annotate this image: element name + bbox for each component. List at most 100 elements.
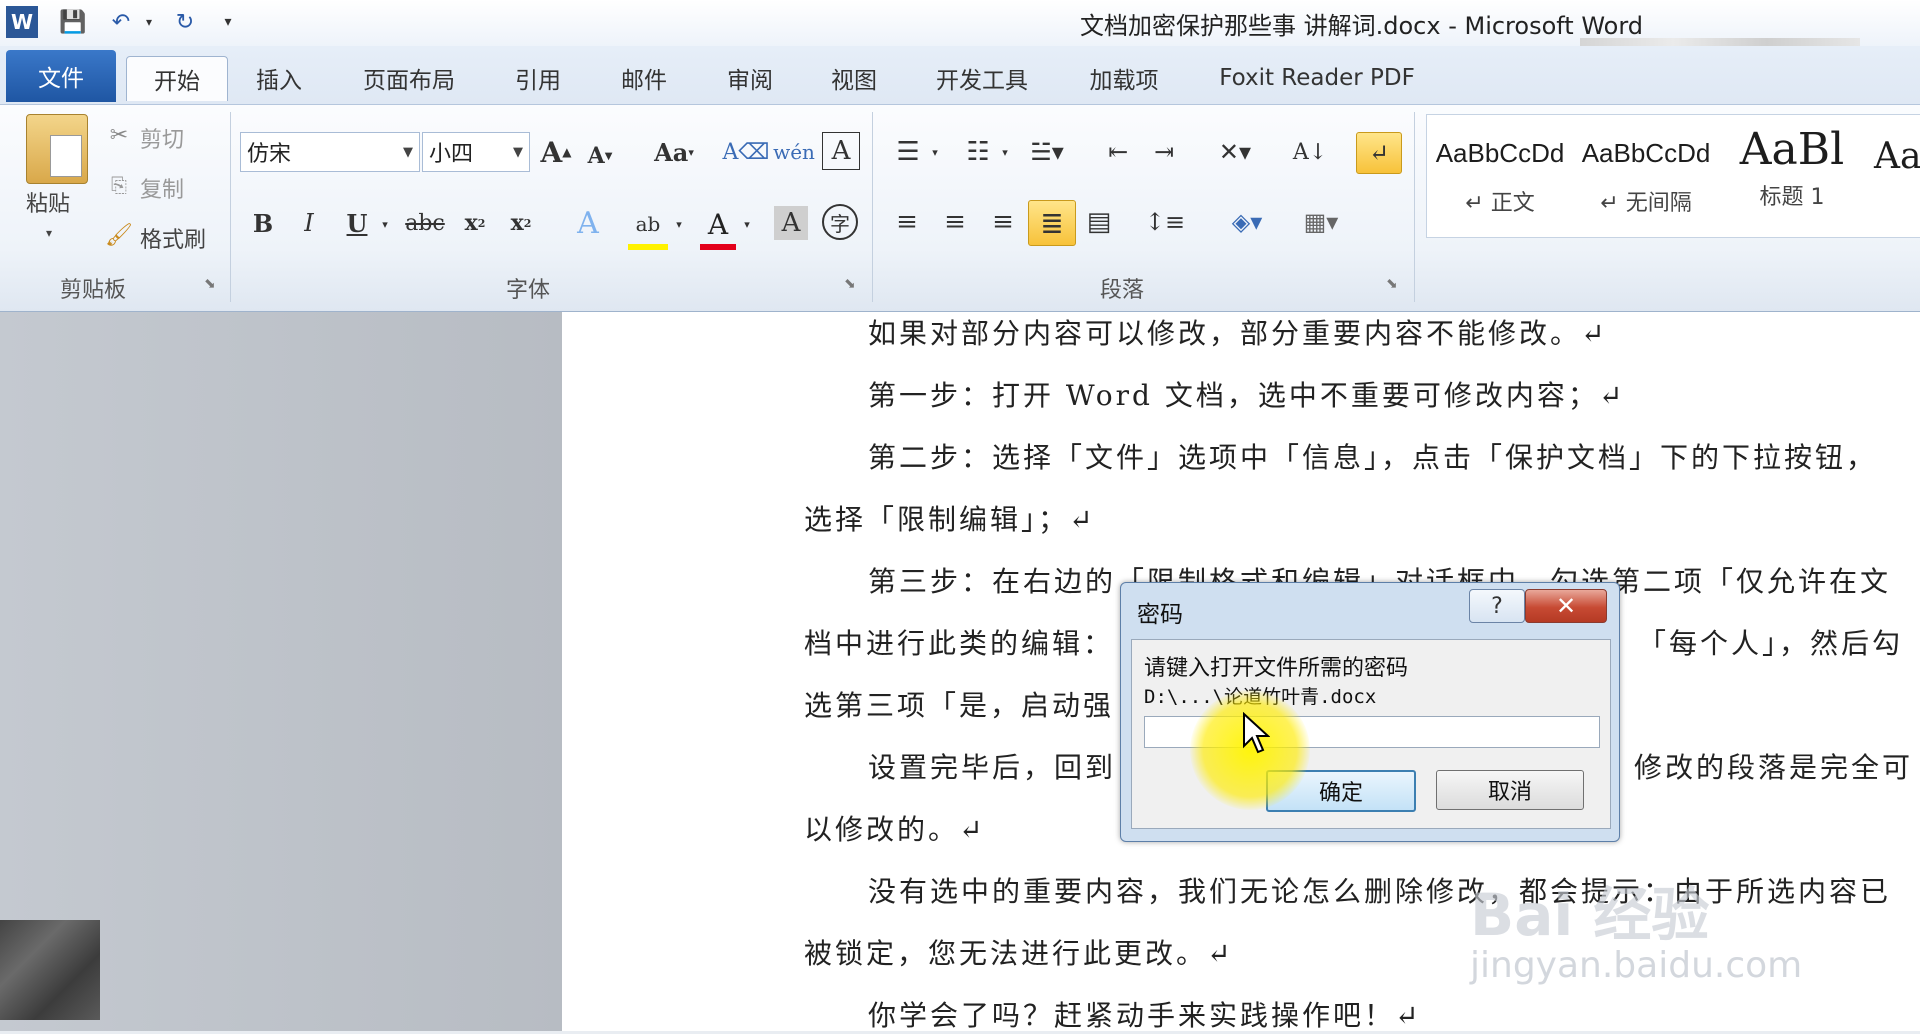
cut-button[interactable]: 剪切 [140,122,184,154]
close-button[interactable]: ✕ [1525,589,1607,623]
bullets-icon[interactable]: ☰ [888,134,928,170]
bold-icon[interactable]: B [246,206,280,240]
style-normal-sample: AaBbCcDd [1435,138,1565,168]
format-painter-button[interactable]: 格式刷 [140,222,206,254]
font-size-select[interactable]: 小四 ▼ [422,132,530,172]
tab-mailings[interactable]: 邮件 [604,56,684,100]
tab-review[interactable]: 审阅 [710,56,790,100]
cancel-button[interactable]: 取消 [1436,770,1584,810]
multilevel-list-icon[interactable]: ☱▾ [1024,134,1070,170]
highlight-icon[interactable]: ab [628,204,668,250]
help-button[interactable]: ? [1469,589,1525,623]
blurred-thumbnail [0,920,100,1020]
doc-paragraph[interactable]: 选择「限制编辑」；↵ [804,498,1095,538]
tab-file[interactable]: 文件 [6,50,116,102]
style-heading-2-partial[interactable]: Aa [1874,136,1920,177]
dialog-title: 密码 [1137,602,1183,628]
character-shading-icon[interactable]: A [774,206,808,240]
watermark-logo-text: Bai 经验 [1470,881,1710,949]
shading-icon[interactable]: ◈▾ [1222,204,1272,240]
increase-indent-icon[interactable]: ⇥ [1146,134,1182,170]
style-no-spacing[interactable]: AaBbCcDd ↵ 无间隔 [1572,114,1720,234]
show-marks-icon[interactable]: ↵ [1356,132,1402,174]
tab-addins[interactable]: 加载项 [1076,56,1172,100]
text-effects-icon[interactable]: A [568,206,608,241]
doc-paragraph[interactable]: 「每个人」，然后勾 [1638,622,1903,662]
style-heading-1-sample: AaBl [1739,124,1845,175]
subscript-icon[interactable]: x2 [458,206,492,240]
font-name-value: 仿宋 [247,142,292,167]
doc-paragraph[interactable]: 第二步：选择「文件」选项中「信息」，点击「保护文档」下的下拉按钮， [868,436,1877,476]
superscript-icon[interactable]: x2 [504,206,538,240]
font-name-select[interactable]: 仿宋 ▼ [240,132,420,172]
chinese-layout-icon[interactable]: ✕▾ [1210,134,1260,170]
style-heading-1[interactable]: AaBl 标题 1 [1718,114,1866,234]
paragraph-dialog-launcher-icon[interactable]: ⬊ [1386,276,1398,292]
font-color-icon[interactable]: A [700,204,736,250]
strikethrough-icon[interactable]: abc [402,206,448,240]
doc-paragraph[interactable]: 没有选中的重要内容，我们无论怎么删除修改，都会提示：由于所选内容已 [868,870,1891,910]
decrease-indent-icon[interactable]: ⇤ [1100,134,1136,170]
doc-paragraph[interactable]: 如果对部分内容可以修改，部分重要内容不能修改。↵ [868,312,1607,352]
copy-icon: ⎘ [111,173,127,197]
separator [1414,112,1415,302]
tab-references[interactable]: 引用 [498,56,578,100]
align-right-icon[interactable]: ≡ [984,204,1022,240]
paste-label[interactable]: 粘贴 [26,186,70,218]
clipboard-dialog-launcher-icon[interactable]: ⬊ [204,276,216,292]
separator [230,112,231,302]
enclose-characters-icon[interactable]: 字 [822,204,858,240]
change-case-icon[interactable]: Aa ▾ [646,134,702,170]
style-heading-1-name: 标题 1 [1759,185,1825,210]
tab-view[interactable]: 视图 [814,56,894,100]
customize-quick-access-icon[interactable]: ▾ [216,6,240,38]
bullets-dropdown-icon[interactable]: ▾ [928,140,942,164]
highlight-dropdown-icon[interactable]: ▾ [672,212,686,236]
redo-icon[interactable]: ↻ [168,6,202,38]
font-group-label: 字体 [506,278,551,303]
tab-page-layout[interactable]: 页面布局 [346,56,472,100]
paste-dropdown-icon[interactable]: ▾ [46,226,52,240]
word-app-icon[interactable]: W [6,6,38,38]
font-dialog-launcher-icon[interactable]: ⬊ [844,276,856,292]
undo-icon[interactable]: ↶ [104,6,138,38]
style-normal[interactable]: AaBbCcDd ↵ 正文 [1426,114,1574,234]
tab-insert[interactable]: 插入 [236,56,322,100]
doc-paragraph[interactable]: 修改的段落是完全可 [1634,746,1913,786]
grow-font-icon[interactable]: A ▲ [538,134,574,170]
clear-formatting-icon[interactable]: A⌫ [723,132,770,172]
distributed-icon[interactable]: ▤ [1080,204,1118,240]
font-size-value: 小四 [429,142,474,167]
numbering-dropdown-icon[interactable]: ▾ [998,140,1012,164]
doc-paragraph[interactable]: 以修改的。↵ [804,808,985,848]
shrink-font-icon[interactable]: A ▼ [582,138,618,174]
underline-dropdown-icon[interactable]: ▾ [378,212,392,236]
watermark-url: jingyan.baidu.com [1470,945,1803,986]
tab-developer[interactable]: 开发工具 [924,56,1040,100]
save-icon[interactable]: 💾 [56,6,90,38]
doc-paragraph[interactable]: 档中进行此类的编辑： [804,622,1114,662]
doc-paragraph[interactable]: 第一步：打开 Word 文档，选中不重要可修改内容；↵ [868,374,1625,414]
doc-paragraph[interactable]: 被锁定，您无法进行此更改。↵ [804,932,1233,972]
numbering-icon[interactable]: ☷ [958,134,998,170]
underline-icon[interactable]: U [340,206,374,240]
doc-paragraph[interactable]: 设置完毕后，回到 [868,746,1116,786]
font-color-dropdown-icon[interactable]: ▾ [740,212,754,236]
dialog-message: 请键入打开文件所需的密码 [1144,656,1409,681]
sort-icon[interactable]: A↓ [1290,132,1330,172]
doc-paragraph[interactable]: 你学会了吗？赶紧动手来实践操作吧！↵ [868,994,1421,1034]
phonetic-guide-icon[interactable]: wén [773,132,815,172]
line-spacing-icon[interactable]: ↕≡ [1140,204,1190,240]
tab-home[interactable]: 开始 [126,56,228,101]
undo-dropdown-icon[interactable]: ▾ [140,6,158,38]
tab-foxit[interactable]: Foxit Reader PDF [1212,56,1422,100]
align-center-icon[interactable]: ≡ [936,204,974,240]
paste-icon[interactable] [26,114,88,184]
copy-button[interactable]: 复制 [140,172,184,204]
italic-icon[interactable]: I [292,206,326,240]
justify-icon[interactable]: ≣ [1028,200,1076,246]
align-left-icon[interactable]: ≡ [888,204,926,240]
borders-icon[interactable]: ▦▾ [1294,204,1348,240]
character-border-icon[interactable]: A [822,132,860,170]
doc-paragraph[interactable]: 选第三项「是，启动强 [804,684,1114,724]
